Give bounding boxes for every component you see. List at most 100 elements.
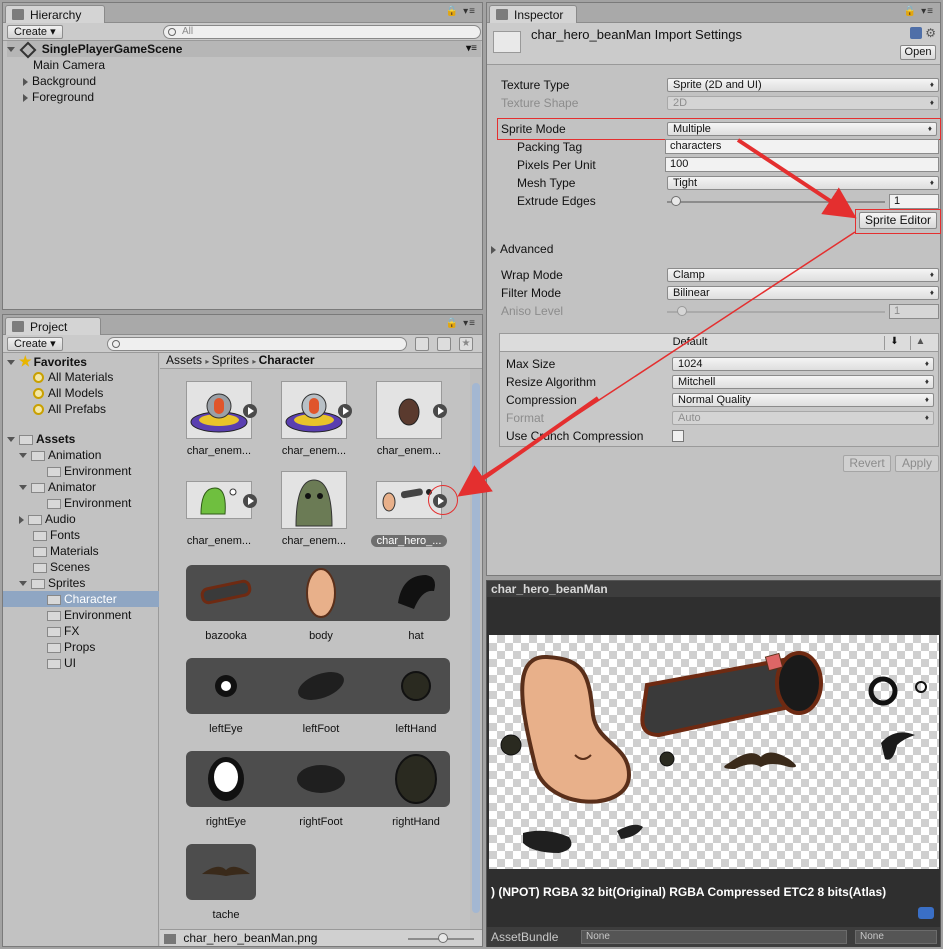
assets-row[interactable]: Assets	[7, 431, 75, 447]
folder-item[interactable]: Materials	[19, 543, 99, 559]
favorite-item[interactable]: All Models	[33, 385, 103, 401]
project-create-button[interactable]: Create ▾	[7, 337, 63, 351]
sprite-item[interactable]: rightEye	[182, 751, 270, 828]
sprite-item[interactable]: leftEye	[182, 658, 270, 735]
sprite-item[interactable]: hat	[372, 565, 460, 642]
panel-menu-icon[interactable]: 🔒 ▾≡	[904, 6, 934, 17]
sprite-item[interactable]: body	[277, 565, 365, 642]
extrude-slider[interactable]	[667, 201, 885, 203]
folder-item[interactable]: Audio	[19, 511, 76, 527]
project-search-input[interactable]	[107, 337, 407, 351]
tab-hierarchy[interactable]: Hierarchy	[5, 5, 105, 23]
sprite-item[interactable]: leftFoot	[277, 658, 365, 735]
filter-by-type-icon[interactable]	[415, 337, 429, 351]
zoom-slider-knob[interactable]	[438, 933, 448, 943]
expand-arrow-icon[interactable]	[7, 437, 15, 443]
open-button[interactable]: Open	[900, 45, 936, 60]
revert-button[interactable]: Revert	[843, 455, 891, 472]
expand-arrow-icon[interactable]	[7, 47, 15, 53]
foldout-arrow-icon[interactable]	[491, 245, 496, 254]
sprite-item[interactable]: tache	[182, 844, 270, 921]
extrude-slider-knob[interactable]	[671, 196, 681, 206]
wrap-mode-dropdown[interactable]: Clamp	[667, 268, 939, 282]
folder-item[interactable]: Environment	[33, 495, 131, 511]
asset-item[interactable]: char_enem...	[174, 481, 264, 547]
apply-button[interactable]: Apply	[895, 455, 939, 472]
scrollbar-thumb[interactable]	[472, 383, 480, 913]
resize-dropdown[interactable]: Mitchell	[672, 375, 934, 389]
tab-project[interactable]: Project	[5, 317, 101, 335]
folder-item[interactable]: Environment	[33, 463, 131, 479]
mesh-type-dropdown[interactable]: Tight	[667, 176, 939, 190]
folder-item[interactable]: Sprites	[19, 575, 85, 591]
favorite-star-icon[interactable]: ★	[459, 337, 473, 351]
folder-item[interactable]: Animator	[19, 479, 96, 495]
hierarchy-item[interactable]: Main Camera	[33, 57, 105, 73]
asset-item[interactable]: char_enem...	[364, 381, 454, 457]
texture-type-dropdown[interactable]: Sprite (2D and UI)	[667, 78, 939, 92]
tab-inspector[interactable]: Inspector	[489, 5, 577, 23]
scrollbar[interactable]	[470, 369, 482, 929]
expand-arrow-icon[interactable]	[23, 93, 28, 102]
panel-menu-icon[interactable]: 🔒 ▾≡	[446, 318, 476, 329]
expand-arrow-icon[interactable]	[23, 77, 28, 86]
sprite-mode-dropdown[interactable]: Multiple	[667, 122, 937, 136]
hierarchy-create-button[interactable]: Create ▾	[7, 25, 63, 39]
favorite-item[interactable]: All Prefabs	[33, 401, 106, 417]
folder-item[interactable]: Props	[33, 639, 95, 655]
hierarchy-item[interactable]: Foreground	[23, 89, 94, 105]
play-icon[interactable]	[243, 404, 257, 418]
folder-item[interactable]: Scenes	[19, 559, 90, 575]
tag-icon[interactable]	[918, 907, 934, 919]
play-icon[interactable]	[338, 404, 352, 418]
play-icon[interactable]	[433, 404, 447, 418]
sprite-item[interactable]: leftHand	[372, 658, 460, 735]
breadcrumb-item[interactable]: Character	[259, 353, 315, 367]
help-icon[interactable]	[910, 27, 922, 39]
sprite-item[interactable]: rightHand	[372, 751, 460, 828]
asset-item[interactable]: char_enem...	[269, 471, 359, 547]
expand-arrow-icon[interactable]	[7, 360, 15, 366]
scene-row[interactable]: SinglePlayerGameScene ▾≡	[7, 41, 481, 59]
filter-mode-dropdown[interactable]: Bilinear	[667, 286, 939, 300]
favorites-row[interactable]: ★ Favorites	[7, 353, 87, 369]
folder-item[interactable]: FX	[33, 623, 79, 639]
max-size-dropdown[interactable]: 1024	[672, 357, 934, 371]
advanced-foldout[interactable]: Advanced	[491, 241, 553, 257]
breadcrumb-item[interactable]: Assets	[166, 353, 202, 367]
play-icon[interactable]	[243, 494, 257, 508]
breadcrumb-item[interactable]: Sprites	[212, 353, 249, 367]
panel-menu-icon[interactable]: 🔒 ▾≡	[446, 6, 476, 17]
asset-item[interactable]: char_enem...	[269, 381, 359, 457]
compression-dropdown[interactable]: Normal Quality	[672, 393, 934, 407]
folder-item[interactable]: UI	[33, 655, 76, 671]
sprite-editor-button[interactable]: Sprite Editor	[859, 212, 937, 229]
expand-arrow-icon[interactable]	[19, 515, 24, 524]
folder-item[interactable]: Fonts	[19, 527, 80, 543]
sprite-label: rightEye	[205, 816, 247, 828]
assetbundle-dropdown[interactable]: None	[581, 930, 847, 944]
asset-item[interactable]: char_enem...	[174, 381, 264, 457]
extrude-field[interactable]: 1	[889, 194, 939, 209]
folder-item[interactable]: Animation	[19, 447, 101, 463]
variant-dropdown[interactable]: None	[855, 930, 937, 944]
hierarchy-item[interactable]: Background	[23, 73, 96, 89]
hierarchy-search-input[interactable]: All	[163, 25, 481, 39]
folder-item[interactable]: Character	[3, 591, 159, 607]
sprite-item[interactable]: bazooka	[182, 565, 270, 642]
favorite-item[interactable]: All Materials	[33, 369, 113, 385]
crunch-checkbox[interactable]	[672, 430, 684, 442]
expand-arrow-icon[interactable]	[19, 485, 27, 491]
download-icon[interactable]: ⬇	[884, 336, 904, 350]
scene-menu-icon[interactable]: ▾≡	[466, 41, 477, 57]
folder-item[interactable]: Environment	[33, 607, 131, 623]
settings-gear-icon[interactable]: ⚙	[925, 26, 936, 40]
android-icon[interactable]: ▲	[910, 336, 930, 350]
ppu-field[interactable]: 100	[665, 157, 939, 172]
packing-tag-field[interactable]: characters	[665, 139, 939, 154]
sprite-item[interactable]: rightFoot	[277, 751, 365, 828]
expand-arrow-icon[interactable]	[19, 581, 27, 587]
expand-arrow-icon[interactable]	[19, 453, 27, 459]
tab-default[interactable]: Default	[500, 334, 880, 351]
filter-by-label-icon[interactable]	[437, 337, 451, 351]
